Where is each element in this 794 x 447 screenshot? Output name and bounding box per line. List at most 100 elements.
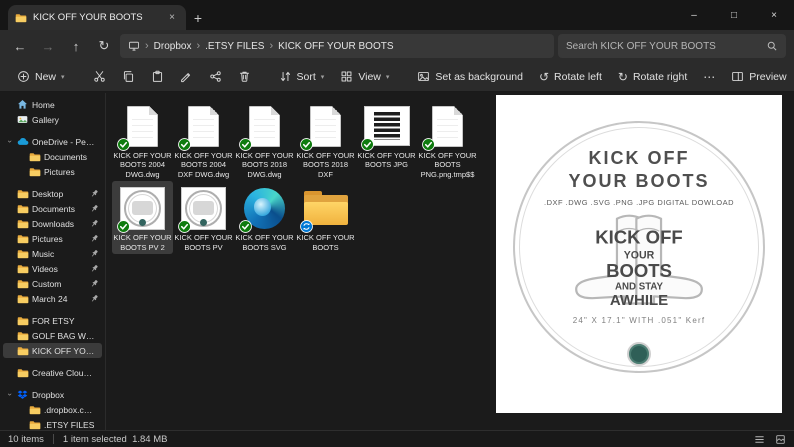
back-button[interactable]: ← — [8, 34, 32, 58]
file-icon-wrap — [418, 101, 477, 151]
sidebar-item[interactable]: .ETSY FILES — [3, 417, 102, 430]
explorer-tab[interactable]: KICK OFF YOUR BOOTS × — [8, 5, 186, 30]
file-tile[interactable]: KICK OFF YOUR BOOTS 2004 DWG.dwg — [112, 99, 173, 181]
details-view-icon[interactable] — [754, 434, 765, 445]
copy-button[interactable] — [115, 66, 142, 87]
document-icon — [310, 106, 341, 147]
sidebar-item[interactable]: GOLF BAG WITH INITIAL — [3, 328, 102, 343]
sidebar-item[interactable]: Gallery — [3, 112, 102, 127]
sidebar-item[interactable]: Pictures — [3, 164, 102, 179]
synced-check-icon — [422, 138, 435, 151]
file-icon-wrap — [235, 183, 294, 233]
expand-chevron-icon[interactable]: › — [6, 138, 15, 146]
sidebar-item[interactable]: KICK OFF YOUR BOOTS — [3, 343, 102, 358]
maximize-button[interactable]: □ — [714, 0, 754, 30]
sidebar-item-label: Downloads — [32, 219, 87, 229]
sidebar-item[interactable]: Home — [3, 97, 102, 112]
file-icon-wrap — [296, 183, 355, 233]
view-button[interactable]: View▾ — [333, 66, 396, 87]
new-button[interactable]: New▾ — [10, 66, 72, 87]
file-name: KICK OFF YOUR BOOTS PNG.png.tmp$$ — [418, 151, 477, 179]
sidebar-item[interactable]: Music — [3, 246, 102, 261]
document-icon — [432, 106, 463, 147]
expand-chevron-icon[interactable]: › — [6, 391, 15, 399]
file-tile[interactable]: KICK OFF YOUR BOOTS JPG — [356, 99, 417, 181]
sidebar-item-icon — [17, 137, 29, 146]
breadcrumb-item[interactable]: Dropbox — [154, 41, 192, 52]
search-icon[interactable] — [766, 40, 778, 52]
sidebar-item[interactable]: › Dropbox — [3, 387, 102, 402]
boots-graphic: KICK OFF YOUR BOOTS AND STAY AWHILE — [564, 208, 714, 316]
preview-image: KICK OFF YOUR BOOTS .DXF .DWG .SVG .PNG … — [496, 95, 782, 413]
pin-icon — [90, 279, 99, 288]
sidebar-item[interactable]: Custom — [3, 276, 102, 291]
window-controls: – □ × — [674, 0, 794, 30]
synced-check-icon — [117, 220, 130, 233]
up-button[interactable]: ↑ — [64, 34, 88, 58]
file-name: KICK OFF YOUR BOOTS JPG — [357, 151, 416, 170]
file-tile[interactable]: KICK OFF YOUR BOOTS PV 2 — [112, 181, 173, 254]
file-name: KICK OFF YOUR BOOTS — [296, 233, 355, 252]
set-as-background-button[interactable]: Set as background — [410, 66, 530, 87]
rename-button[interactable] — [173, 66, 200, 87]
sidebar-item[interactable]: Documents — [3, 149, 102, 164]
cut-button[interactable] — [86, 66, 113, 87]
file-grid: KICK OFF YOUR BOOTS 2004 DWG.dwg KICK OF… — [112, 99, 482, 254]
sidebar-item-icon — [17, 189, 29, 199]
share-button[interactable] — [202, 66, 229, 87]
search-input[interactable] — [566, 41, 760, 52]
sidebar-item-icon — [17, 390, 29, 400]
address-bar[interactable]: › Dropbox › .ETSY FILES › KICK OFF YOUR BOOT… — [120, 34, 554, 58]
refresh-button[interactable]: ↻ — [92, 34, 116, 58]
delete-button[interactable] — [231, 66, 258, 87]
design-formats: .DXF .DWG .SVG .PNG .JPG DIGITAL DOWLOAD — [544, 198, 734, 207]
sidebar-item[interactable]: › OneDrive - Personal — [3, 134, 102, 149]
breadcrumb-item[interactable]: .ETSY FILES — [205, 41, 264, 52]
sidebar-item[interactable]: Desktop — [3, 186, 102, 201]
sidebar-item-icon — [17, 249, 29, 259]
sidebar-item-icon — [17, 368, 29, 378]
breadcrumb-item[interactable]: KICK OFF YOUR BOOTS — [278, 41, 393, 52]
new-tab-button[interactable]: + — [186, 5, 210, 30]
chevron-right-icon: › — [145, 40, 149, 52]
file-tile[interactable]: KICK OFF YOUR BOOTS 2018 DXF — [295, 99, 356, 181]
file-name: KICK OFF YOUR BOOTS 2004 DWG.dwg — [113, 151, 172, 179]
document-icon — [249, 106, 280, 147]
chevron-right-icon: › — [196, 40, 200, 52]
file-tile[interactable]: KICK OFF YOUR BOOTS 2004 DXF DWG.dwg — [173, 99, 234, 181]
search-box[interactable] — [558, 34, 786, 58]
file-tile[interactable]: KICK OFF YOUR BOOTS PNG.png.tmp$$ — [417, 99, 478, 181]
file-explorer-window: KICK OFF YOUR BOOTS × + – □ × ← → ↑ ↻ › … — [0, 0, 794, 447]
forward-button[interactable]: → — [36, 34, 60, 58]
sidebar-item-label: March 24 — [32, 294, 87, 304]
minimize-button[interactable]: – — [674, 0, 714, 30]
close-button[interactable]: × — [754, 0, 794, 30]
address-row: ← → ↑ ↻ › Dropbox › .ETSY FILES › KICK OFF Y… — [0, 30, 794, 62]
sidebar-item[interactable]: Creative Cloud Files Perso — [3, 365, 102, 380]
sidebar-item[interactable]: Videos — [3, 261, 102, 276]
tab-close-icon[interactable]: × — [165, 12, 179, 23]
sidebar-item[interactable]: March 24 — [3, 291, 102, 306]
file-tile[interactable]: KICK OFF YOUR BOOTS 2018 DWG.dwg — [234, 99, 295, 181]
sidebar-item-icon — [29, 405, 41, 415]
sidebar-item[interactable]: FOR ETSY — [3, 313, 102, 328]
large-icons-view-icon[interactable] — [775, 434, 786, 445]
sidebar-item-icon — [17, 219, 29, 229]
sort-button[interactable]: Sort▾ — [272, 66, 332, 87]
more-options-button[interactable]: ⋯ — [696, 66, 722, 88]
file-tile[interactable]: KICK OFF YOUR BOOTS SVG — [234, 181, 295, 254]
preview-toggle-button[interactable]: Preview — [724, 66, 793, 87]
synced-check-icon — [178, 220, 191, 233]
file-tile[interactable]: KICK OFF YOUR BOOTS — [295, 181, 356, 254]
rotate-left-button[interactable]: ↺Rotate left — [532, 66, 609, 88]
paste-button[interactable] — [144, 66, 171, 87]
file-tile[interactable]: KICK OFF YOUR BOOTS PV — [173, 181, 234, 254]
sidebar-item[interactable]: Documents — [3, 201, 102, 216]
rotate-right-button[interactable]: ↻Rotate right — [611, 66, 694, 88]
pin-icon — [90, 264, 99, 273]
chevron-right-icon: › — [269, 40, 273, 52]
svg-text:AWHILE: AWHILE — [610, 292, 668, 309]
sidebar-item[interactable]: Downloads — [3, 216, 102, 231]
sidebar-item[interactable]: Pictures — [3, 231, 102, 246]
sidebar-item[interactable]: .dropbox.cache — [3, 402, 102, 417]
